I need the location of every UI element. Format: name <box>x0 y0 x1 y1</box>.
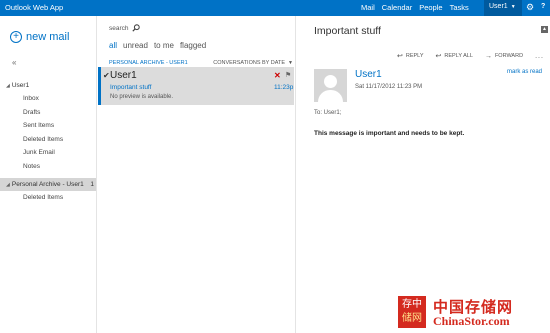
message-sender: User1 <box>110 70 137 81</box>
filter-flagged[interactable]: flagged <box>180 41 206 50</box>
folder-deleted-items[interactable]: Deleted Items <box>0 133 96 147</box>
reply-all-arrow-icon: ↩ <box>435 53 442 60</box>
flag-icon[interactable]: ⚑ <box>285 71 291 79</box>
search-label: search <box>109 24 129 32</box>
reading-subject: Important stuff <box>314 25 381 37</box>
person-silhouette-icon <box>314 69 347 102</box>
watermark-seal-top: 存中 <box>402 299 422 310</box>
chevron-down-icon: ▼ <box>288 60 293 66</box>
expand-icon[interactable]: ▲ <box>541 26 548 33</box>
reply-arrow-icon: ↩ <box>397 53 403 60</box>
message-list-pane: search all unread to me flagged PERSONAL… <box>97 16 296 333</box>
message-subject: Important stuff <box>110 84 152 91</box>
delete-icon[interactable]: ✕ <box>274 71 281 80</box>
list-header: PERSONAL ARCHIVE - USER1 CONVERSATIONS B… <box>109 60 293 66</box>
sort-label: CONVERSATIONS BY DATE <box>213 60 286 66</box>
watermark-seal: 存中 储网 <box>398 296 426 328</box>
app-title[interactable]: Outlook Web App <box>5 3 63 12</box>
archive-folder-deleted-items[interactable]: Deleted Items <box>0 191 96 205</box>
message-body: This message is important and needs to b… <box>314 130 465 137</box>
archive-group[interactable]: ◢ Personal Archive - User1 1 <box>0 178 96 191</box>
plus-circle-icon: + <box>10 31 22 43</box>
archive-count: 1 <box>90 181 94 188</box>
reply-button[interactable]: ↩ REPLY <box>397 52 424 60</box>
forward-label: FORWARD <box>494 53 524 59</box>
sender-name[interactable]: User1 <box>355 69 382 80</box>
new-mail-label: new mail <box>26 31 70 43</box>
top-nav: Mail Calendar People Tasks <box>361 3 469 12</box>
folder-notes[interactable]: Notes <box>0 160 96 174</box>
message-item[interactable]: ✔ User1 ✕ ⚑ Important stuff 11:23p No pr… <box>98 67 294 105</box>
gear-icon[interactable]: ⚙ <box>526 2 534 13</box>
message-time: 11:23p <box>274 84 294 91</box>
collapse-pane-button[interactable]: « <box>12 58 16 67</box>
expand-triangle-icon: ◢ <box>6 83 10 89</box>
folder-list: ◢ User1 Inbox Drafts Sent Items Deleted I… <box>0 79 96 205</box>
watermark-logo: 存中 储网 中国存储网 ChinaStor.com <box>398 294 550 330</box>
reply-label: REPLY <box>405 53 424 59</box>
chevron-down-icon: ▼ <box>510 4 516 10</box>
sort-dropdown[interactable]: CONVERSATIONS BY DATE ▼ <box>213 60 293 66</box>
list-title: PERSONAL ARCHIVE - USER1 <box>109 60 188 66</box>
top-bar: Outlook Web App Mail Calendar People Tas… <box>0 0 550 16</box>
filter-unread[interactable]: unread <box>123 41 148 50</box>
folder-pane: + new mail « ◢ User1 Inbox Drafts Sent It… <box>0 16 97 333</box>
nav-calendar[interactable]: Calendar <box>382 3 412 12</box>
message-preview: No preview is available. <box>110 94 174 100</box>
folder-drafts[interactable]: Drafts <box>0 106 96 120</box>
user-name: User1 <box>489 3 508 10</box>
watermark-seal-bottom: 储网 <box>402 313 422 324</box>
filter-all[interactable]: all <box>109 41 117 50</box>
reply-all-label: REPLY ALL <box>444 53 473 59</box>
nav-tasks[interactable]: Tasks <box>450 3 469 12</box>
mark-as-read-link[interactable]: mark as read <box>507 69 542 75</box>
filter-to-me[interactable]: to me <box>154 41 174 50</box>
new-mail-button[interactable]: + new mail <box>10 31 69 43</box>
search-icon[interactable] <box>131 24 140 32</box>
help-button[interactable]: ? <box>541 3 545 10</box>
forward-arrow-icon: → <box>484 52 492 60</box>
sent-date: Sat 11/17/2012 11:23 PM <box>355 84 423 90</box>
expand-triangle-icon: ◢ <box>6 182 10 188</box>
search-box[interactable]: search <box>109 24 140 32</box>
message-actions: ↩ REPLY ↩ REPLY ALL → FORWARD ... <box>397 52 544 61</box>
forward-button[interactable]: → FORWARD <box>485 53 523 60</box>
nav-people[interactable]: People <box>419 3 442 12</box>
filter-bar: all unread to me flagged <box>109 41 206 50</box>
folder-sent-items[interactable]: Sent Items <box>0 119 96 133</box>
nav-mail[interactable]: Mail <box>361 3 375 12</box>
recipients: To: User1; <box>314 110 342 116</box>
more-actions-button[interactable]: ... <box>535 53 544 60</box>
folder-inbox[interactable]: Inbox <box>0 92 96 106</box>
folder-junk-email[interactable]: Junk Email <box>0 146 96 160</box>
mailbox-name: User1 <box>11 82 30 89</box>
mailbox-group[interactable]: ◢ User1 <box>0 79 96 92</box>
user-menu[interactable]: User1 ▼ <box>484 0 522 16</box>
checkmark-icon[interactable]: ✔ <box>103 71 110 80</box>
archive-name: Personal Archive - User1 <box>11 181 84 188</box>
watermark-en-text: ChinaStor.com <box>433 314 510 328</box>
reading-pane: Important stuff ▲ ↩ REPLY ↩ REPLY ALL → FOR… <box>297 16 550 333</box>
reply-all-button[interactable]: ↩ REPLY ALL <box>436 52 473 60</box>
